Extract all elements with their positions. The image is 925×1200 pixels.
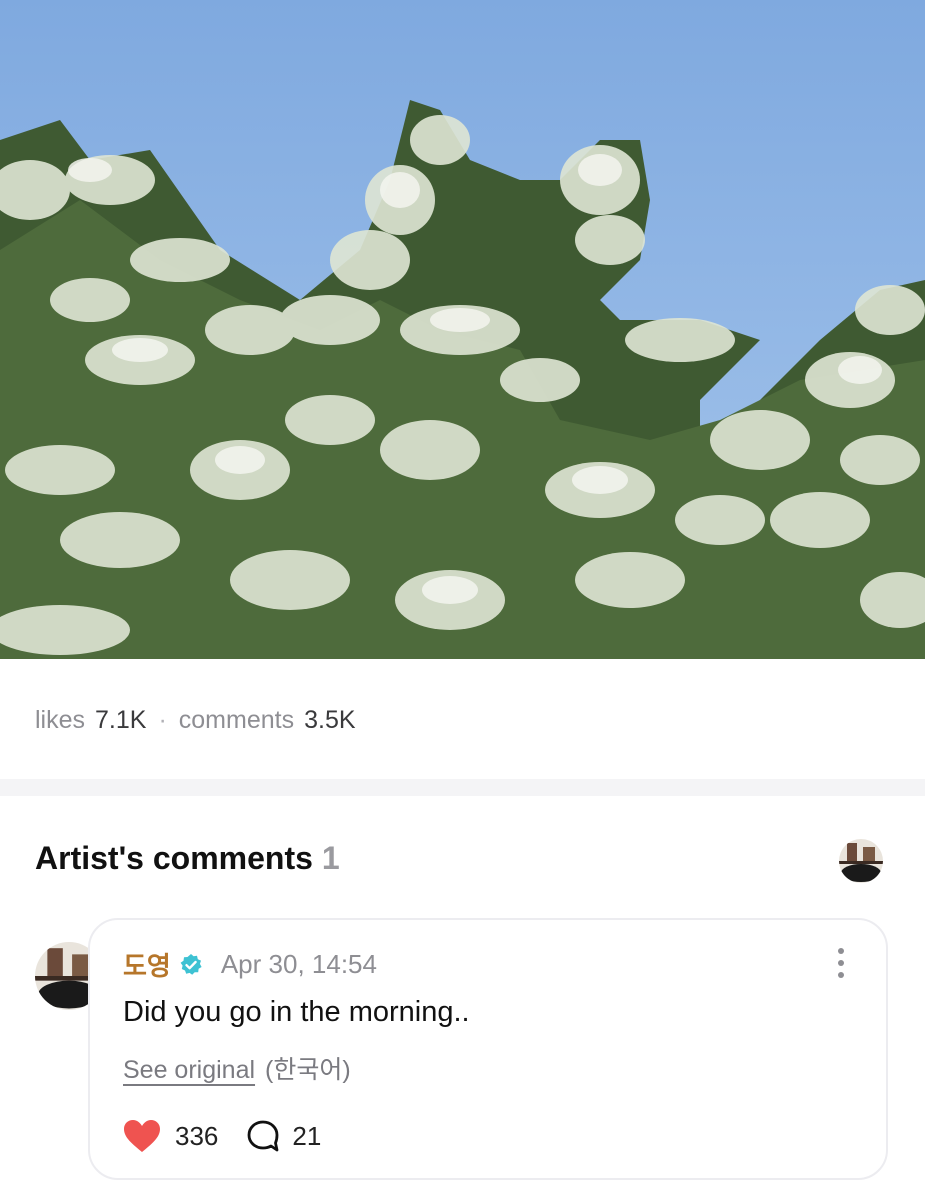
section-divider — [0, 779, 925, 796]
likes-count[interactable]: 7.1K — [95, 706, 146, 735]
artist-comments-heading: Artist's comments 1 — [35, 840, 340, 877]
likes-label: likes — [35, 705, 86, 734]
post-stats: likes 7.1K · comments 3.5K — [35, 702, 356, 738]
heart-icon[interactable] — [123, 1119, 161, 1153]
comment-header: 도영 Apr 30, 14:54 — [123, 946, 377, 983]
stats-separator: · — [158, 705, 167, 734]
comment-reply-count: 21 — [292, 1120, 322, 1151]
comment-like-count: 336 — [175, 1120, 219, 1151]
more-options-icon[interactable] — [836, 948, 846, 978]
comment-text: Did you go in the morning.. — [123, 996, 470, 1028]
comment-card: 도영 Apr 30, 14:54 Did you go in the morni… — [88, 918, 888, 1180]
comment-author[interactable]: 도영 — [123, 946, 171, 983]
section-title: Artist's comments — [35, 840, 313, 876]
see-original-link[interactable]: See original — [123, 1056, 255, 1085]
original-language: (한국어) — [265, 1056, 351, 1084]
comments-label: comments — [178, 705, 295, 734]
section-count: 1 — [321, 840, 340, 876]
tree-photo-image — [0, 0, 925, 659]
verified-icon — [180, 953, 202, 975]
avatar-image — [839, 839, 883, 883]
comment-date: Apr 30, 14:54 — [220, 949, 377, 979]
reply-bubble-icon[interactable] — [246, 1119, 280, 1153]
comment-actions: 336 21 — [123, 1116, 321, 1156]
artist-avatar-small[interactable] — [839, 839, 883, 883]
post-photo[interactable] — [0, 0, 925, 659]
translation-row: See original (한국어) — [123, 1050, 351, 1086]
comments-count[interactable]: 3.5K — [304, 706, 355, 735]
